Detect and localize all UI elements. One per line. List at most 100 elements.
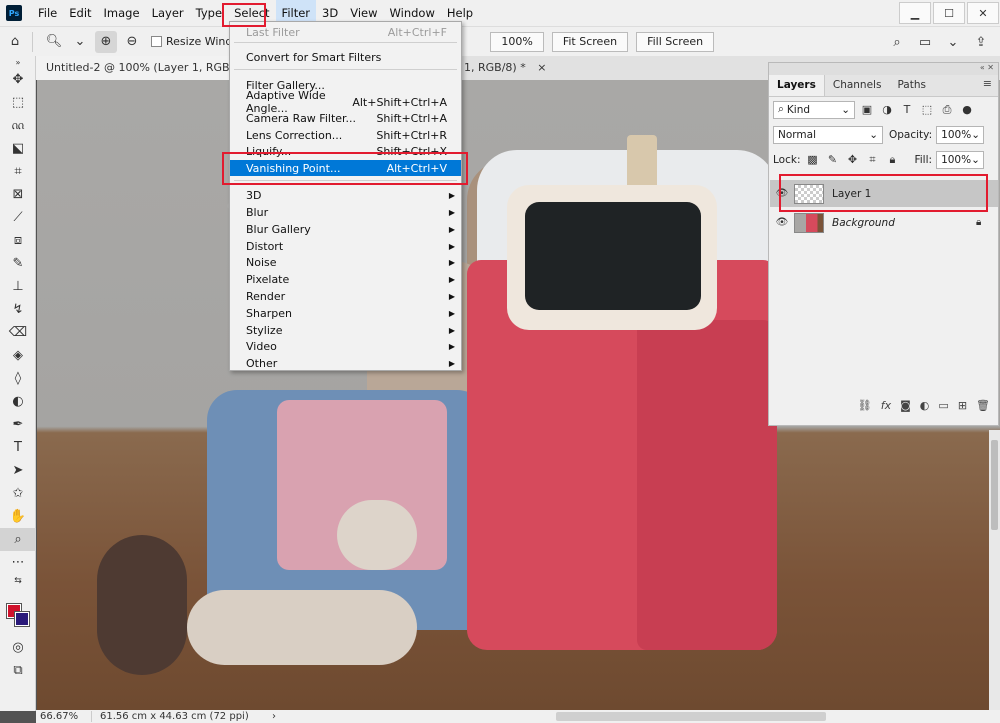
healing-brush-tool-icon[interactable]: ⧈ [0,229,36,252]
zoom-tool-icon[interactable]: ⌕ [0,528,36,551]
zoom-in-icon[interactable]: ⊕ [95,30,117,53]
link-layers-icon[interactable]: ⛓ [858,399,872,412]
pen-tool-icon[interactable]: ✒ [0,413,36,436]
toolbar-collapse-icon[interactable]: » [0,56,36,68]
submenu-other[interactable]: Other ▶ [230,355,461,371]
chevron-down-icon[interactable]: ⌄ [942,31,964,53]
frame-tool-icon[interactable]: ⊠ [0,183,36,206]
clone-stamp-tool-icon[interactable]: ⊥ [0,275,36,298]
object-selection-tool-icon[interactable]: ⬕ [0,137,36,160]
menu-image[interactable]: Image [98,0,146,26]
zoom-level[interactable]: 66.67% [36,711,92,722]
background-color-swatch[interactable] [14,611,30,627]
hand-tool-icon[interactable]: ✋ [0,505,36,528]
lock-image-icon[interactable]: ✎ [824,153,840,166]
fill-screen-button[interactable]: Fill Screen [636,31,715,52]
submenu-3d[interactable]: 3D ▶ [230,187,461,203]
fit-screen-button[interactable]: Fit Screen [551,31,629,52]
vertical-scrollbar[interactable] [989,430,1000,710]
swap-colors-icon[interactable]: ⇆ [0,574,36,588]
adjustment-filter-icon[interactable]: ◑ [879,103,895,116]
shape-tool-icon[interactable]: ✩ [0,482,36,505]
menu-item-adaptive-wide-angle[interactable]: Adaptive Wide Angle... Alt+Shift+Ctrl+A [230,89,461,115]
tab-paths[interactable]: Paths [889,75,934,96]
kind-filter-select[interactable]: ⌕ Kind ⌄ [773,100,855,119]
tab-channels[interactable]: Channels [825,75,890,96]
add-mask-icon[interactable]: ◙ [900,399,911,412]
opacity-input[interactable]: 100% ⌄ [936,125,985,144]
submenu-sharpen[interactable]: Sharpen ▶ [230,305,461,321]
search-icon[interactable]: ⌕ [886,31,908,53]
eyedropper-tool-icon[interactable]: ⟋ [0,206,36,229]
shape-filter-icon[interactable]: ⬚ [919,103,935,116]
menu-layer[interactable]: Layer [146,0,190,26]
filter-toggle-icon[interactable]: ● [959,103,975,116]
quick-mask-icon[interactable]: ◎ [0,636,36,659]
trash-icon[interactable]: 🗑︎ [976,399,990,412]
submenu-render[interactable]: Render ▶ [230,288,461,304]
panel-collapse-icon[interactable]: « ✕ [769,63,998,75]
minimize-button[interactable]: ▁ [899,2,931,24]
menu-item-convert-smart-filters[interactable]: Convert for Smart Filters [230,49,461,65]
document-tab-untitled-2[interactable]: Untitled-2 @ 100% (Layer 1, RGB/8# [36,56,261,80]
zoom-tool-preset-icon[interactable]: 🔍︎ [43,31,65,53]
menu-item-lens-correction[interactable]: Lens Correction... Shift+Ctrl+R [230,127,461,143]
submenu-blur-gallery[interactable]: Blur Gallery ▶ [230,221,461,237]
smart-object-filter-icon[interactable]: ⎙ [939,103,955,117]
submenu-stylize[interactable]: Stylize ▶ [230,322,461,338]
blur-tool-icon[interactable]: ◊ [0,367,36,390]
move-tool-icon[interactable]: ✥ [0,68,36,91]
close-button[interactable]: ✕ [967,2,999,24]
lock-artboard-icon[interactable]: ⌗ [864,153,880,167]
visibility-eye-icon[interactable]: 👁︎ [770,217,794,228]
type-tool-icon[interactable]: T [0,436,36,459]
lock-transparent-icon[interactable]: ▩ [804,153,820,166]
workspace-icon[interactable]: ▭ [914,31,936,53]
dodge-tool-icon[interactable]: ◐ [0,390,36,413]
submenu-distort[interactable]: Distort ▶ [230,238,461,254]
home-icon[interactable]: ⌂ [4,31,26,53]
brush-tool-icon[interactable]: ✎ [0,252,36,275]
lock-position-icon[interactable]: ✥ [844,153,860,166]
fill-input[interactable]: 100% ⌄ [936,150,985,169]
menu-file[interactable]: File [32,0,63,26]
maximize-button[interactable]: ☐ [933,2,965,24]
paint-bucket-tool-icon[interactable]: ◈ [0,344,36,367]
marquee-tool-icon[interactable]: ⬚ [0,91,36,114]
crop-tool-icon[interactable]: ⌗ [0,160,36,183]
more-tools-icon[interactable]: ⋯ [0,551,36,574]
submenu-noise[interactable]: Noise ▶ [230,254,461,270]
lasso-tool-icon[interactable]: ᦶ [0,114,36,137]
eraser-tool-icon[interactable]: ⌫ [0,321,36,344]
share-icon[interactable]: ⇪ [970,31,992,53]
zoom-out-icon[interactable]: ⊖ [121,31,143,53]
type-filter-icon[interactable]: T [899,103,915,116]
blend-mode-select[interactable]: Normal ⌄ [773,125,883,144]
new-group-icon[interactable]: ▭ [938,399,948,412]
chevron-down-icon[interactable]: ⌄ [69,31,91,53]
lock-all-icon[interactable]: 🔒︎ [884,153,900,167]
horizontal-scrollbar[interactable] [556,712,826,721]
image-filter-icon[interactable]: ▣ [859,103,875,116]
close-tab-icon[interactable]: × [537,61,546,74]
menu-edit[interactable]: Edit [63,0,97,26]
panel-menu-icon[interactable]: ≡ [983,77,992,90]
submenu-video[interactable]: Video ▶ [230,338,461,354]
history-brush-tool-icon[interactable]: ↯ [0,298,36,321]
annotation-layer-1 [779,174,988,212]
path-selection-tool-icon[interactable]: ➤ [0,459,36,482]
adjustment-layer-icon[interactable]: ◐ [920,399,930,412]
menu-item-camera-raw-filter[interactable]: Camera Raw Filter... Shift+Ctrl+A [230,110,461,126]
layer-row-background[interactable]: 👁︎ Background 🔒︎ [770,209,998,236]
chevron-right-icon[interactable]: › [272,711,276,722]
submenu-pixelate[interactable]: Pixelate ▶ [230,271,461,287]
scrollbar-thumb[interactable] [991,440,998,530]
screen-mode-icon[interactable]: ⧉ [0,659,36,682]
fx-icon[interactable]: fx [881,399,891,412]
submenu-blur[interactable]: Blur ▶ [230,204,461,220]
resize-windows-checkbox[interactable] [151,36,162,47]
document-tab-2[interactable]: 1, RGB/8) * × [460,56,546,80]
zoom-100-button[interactable]: 100% [490,31,544,52]
tab-layers[interactable]: Layers [769,75,825,96]
new-layer-icon[interactable]: ⊞ [958,399,967,412]
